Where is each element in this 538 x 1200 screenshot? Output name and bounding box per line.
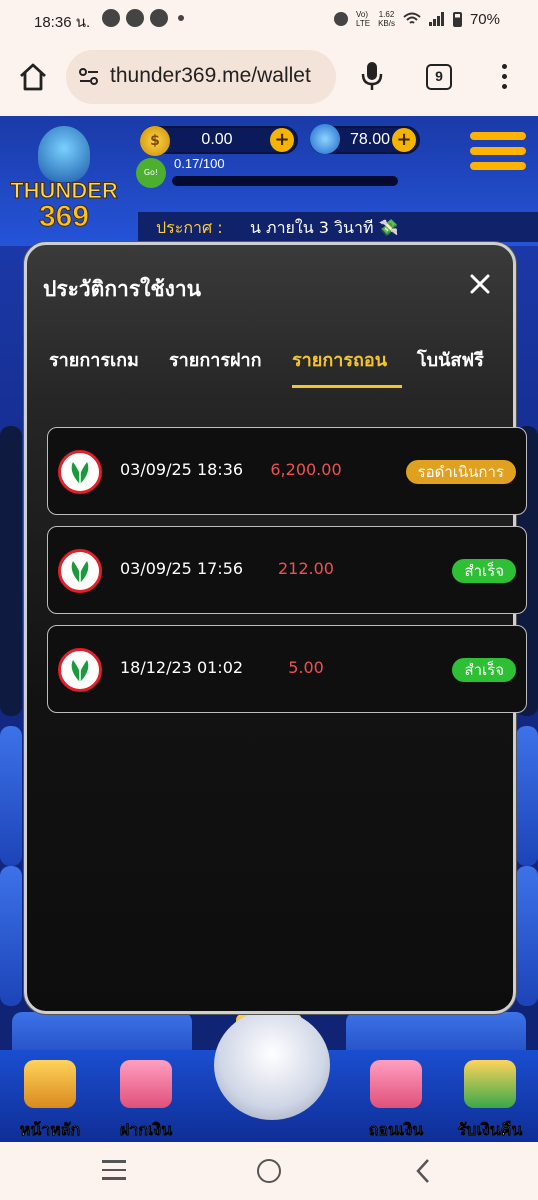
tab-free-bonus[interactable]: โบนัสฟรี — [417, 345, 484, 374]
record-amount: 212.00 — [278, 559, 334, 578]
address-bar[interactable]: thunder369.me/wallet — [66, 50, 336, 104]
withdraw-record[interactable]: 18/12/23 01:02 5.00 สำเร็จ — [47, 625, 527, 713]
record-amount: 6,200.00 — [270, 460, 342, 479]
active-tab-indicator — [292, 385, 402, 388]
system-icons: Vo) LTE 1.62 KB/s 70% — [333, 10, 500, 28]
announcement-message: น ภายใน 3 วินาที 💸 — [250, 218, 399, 237]
add-coin-button[interactable]: + — [270, 128, 294, 152]
signal-icon — [428, 12, 444, 26]
alarm-icon — [333, 12, 348, 26]
house-icon — [24, 1060, 76, 1108]
status-bar: 18:36 น. Vo) LTE 1.62 KB/s 70% — [0, 0, 538, 40]
record-amount: 5.00 — [288, 658, 324, 677]
piggy-bank-deposit-icon — [120, 1060, 172, 1108]
coin-icon: $ — [140, 126, 170, 156]
record-datetime: 03/09/25 18:36 — [120, 460, 244, 479]
tab-switcher-button[interactable]: 9 — [426, 64, 452, 90]
browser-menu-icon[interactable] — [496, 64, 512, 92]
game-header: THUNDER 369 $ 0.00 + 78.00 + Go! 0.17/10… — [0, 116, 538, 246]
nav-deposit-label: ฝากเงิน — [119, 1120, 173, 1140]
volte-icon: Vo) LTE — [355, 10, 371, 28]
coin-balance: $ 0.00 + — [140, 126, 298, 156]
net-speed: 1.62 KB/s — [378, 10, 395, 28]
browser-toolbar: thunder369.me/wallet 9 — [0, 40, 538, 116]
tab-game-history[interactable]: รายการเกม — [49, 345, 139, 374]
battery-icon — [452, 11, 462, 27]
more-notifications-icon — [178, 15, 184, 21]
record-datetime: 18/12/23 01:02 — [120, 658, 244, 677]
gem-icon — [310, 124, 340, 154]
status-time: 18:36 น. — [34, 14, 91, 31]
background-tile — [0, 426, 22, 716]
history-modal: ประวัติการใช้งาน รายการเกม รายการฝาก ราย… — [24, 242, 527, 1014]
background-tile — [516, 866, 538, 1006]
tab-withdraw-history[interactable]: รายการถอน — [292, 345, 387, 374]
shop-icon — [150, 9, 168, 27]
nav-deposit[interactable]: ฝากเงิน — [106, 1060, 186, 1140]
tab-deposit-history[interactable]: รายการฝาก — [169, 345, 262, 374]
piggy-bank-withdraw-icon — [370, 1060, 422, 1108]
add-gem-button[interactable]: + — [392, 128, 416, 152]
nav-cashback[interactable]: รับเงินคืน — [450, 1060, 530, 1140]
line-icon — [126, 9, 144, 27]
announcement-label: ประกาศ : — [156, 218, 223, 237]
status-badge: สำเร็จ — [452, 658, 516, 682]
nav-cashback-label: รับเงินคืน — [457, 1120, 523, 1140]
logo-text-369: 369 — [38, 200, 90, 234]
android-nav-bar — [0, 1142, 538, 1200]
notification-icons — [102, 9, 184, 27]
withdraw-record[interactable]: 03/09/25 17:56 212.00 สำเร็จ — [47, 526, 527, 614]
status-badge: สำเร็จ — [452, 559, 516, 583]
gem-balance: 78.00 + — [310, 124, 420, 154]
modal-title: ประวัติการใช้งาน — [43, 277, 202, 301]
gem-balance-value: 78.00 — [349, 131, 391, 148]
back-icon[interactable] — [414, 1158, 432, 1184]
background-tile — [516, 726, 538, 866]
android-home-icon[interactable] — [257, 1159, 281, 1183]
xp-progress-bar — [172, 176, 398, 186]
background-tile — [0, 726, 22, 866]
withdraw-record[interactable]: 03/09/25 18:36 6,200.00 รอดำเนินการ — [47, 427, 527, 515]
thunder369-logo[interactable]: THUNDER 369 — [10, 120, 118, 234]
kbank-logo-icon — [58, 549, 102, 593]
home-icon[interactable] — [18, 62, 48, 92]
url-text[interactable]: thunder369.me/wallet — [110, 64, 311, 88]
ready-go-badge: Go! — [136, 158, 166, 188]
kbank-logo-icon — [58, 648, 102, 692]
battery-percent: 70% — [469, 10, 500, 28]
microphone-icon[interactable] — [360, 60, 384, 92]
nav-home[interactable]: หน้าหลัก — [10, 1060, 90, 1140]
nav-withdraw[interactable]: ถอนเงิน — [356, 1060, 436, 1140]
nav-home-label: หน้าหลัก — [19, 1120, 81, 1140]
cashback-icon — [464, 1060, 516, 1108]
game-controller-icon[interactable] — [214, 1010, 330, 1120]
status-badge: รอดำเนินการ — [405, 460, 516, 484]
background-tile — [0, 866, 22, 1006]
game-menu-icon[interactable] — [470, 132, 526, 180]
site-settings-icon[interactable] — [78, 66, 100, 88]
recent-apps-icon[interactable] — [102, 1160, 126, 1180]
nav-withdraw-label: ถอนเงิน — [368, 1120, 424, 1140]
record-datetime: 03/09/25 17:56 — [120, 559, 244, 578]
announcement-bar: ประกาศ : น ภายใน 3 วินาที 💸 — [138, 212, 538, 242]
chat-icon — [102, 9, 120, 27]
coin-balance-value: 0.00 — [201, 131, 233, 148]
kbank-logo-icon — [58, 450, 102, 494]
wifi-icon — [403, 12, 421, 24]
xp-progress-text: 0.17/100 — [174, 156, 225, 171]
zeus-logo-image — [38, 126, 90, 182]
history-tabs: รายการเกม รายการฝาก รายการถอน โบนัสฟรี — [27, 345, 517, 395]
close-icon[interactable] — [469, 273, 491, 295]
